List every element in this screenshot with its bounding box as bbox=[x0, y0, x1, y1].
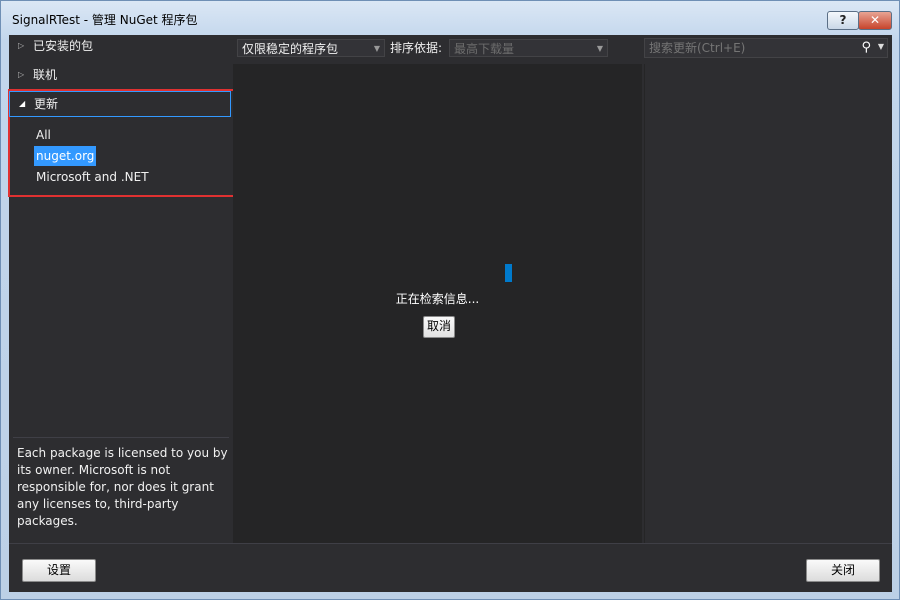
footer: 设置 关闭 bbox=[9, 543, 892, 592]
sidebar-item-label: 更新 bbox=[34, 97, 59, 111]
update-source-all[interactable]: All bbox=[34, 125, 53, 145]
sidebar-item-online[interactable]: ▷ 联机 bbox=[9, 64, 233, 86]
cancel-button[interactable]: 取消 bbox=[423, 316, 455, 338]
chevron-down-icon[interactable]: ▼ bbox=[878, 42, 884, 51]
dropdown-value: 仅限稳定的程序包 bbox=[242, 42, 339, 56]
license-notice: Each package is licensed to you by its o… bbox=[17, 446, 228, 528]
dropdown-value: 最高下载量 bbox=[454, 42, 515, 56]
update-source-nuget-org[interactable]: nuget.org bbox=[34, 146, 97, 166]
title-bar: SignalRTest - 管理 NuGet 程序包 ? ✕ bbox=[1, 1, 899, 35]
package-list: 正在检索信息... 取消 bbox=[233, 64, 642, 543]
loading-spinner-icon bbox=[505, 264, 512, 282]
sidebar: ▷ 已安装的包 ▷ 联机 ◢ 更新 All nuget.org Microsof… bbox=[8, 35, 237, 543]
chevron-down-icon: ▼ bbox=[596, 44, 603, 53]
chevron-down-icon: ▼ bbox=[373, 44, 380, 53]
nuget-dialog: SignalRTest - 管理 NuGet 程序包 ? ✕ ▷ 已安装的包 ▷… bbox=[0, 0, 900, 600]
close-button[interactable]: 关闭 bbox=[806, 559, 880, 582]
filter-toolbar: 仅限稳定的程序包 ▼ 排序依据: 最高下载量 ▼ bbox=[233, 35, 642, 64]
package-details bbox=[644, 64, 889, 543]
stability-filter-dropdown[interactable]: 仅限稳定的程序包 ▼ bbox=[237, 39, 385, 57]
search-input[interactable] bbox=[647, 40, 856, 56]
dialog-body: ▷ 已安装的包 ▷ 联机 ◢ 更新 All nuget.org Microsof… bbox=[8, 35, 892, 592]
expand-arrow-icon: ▷ bbox=[18, 70, 25, 79]
divider bbox=[13, 437, 229, 438]
search-icon[interactable]: ⚲ bbox=[861, 40, 871, 55]
sidebar-item-label: 已安装的包 bbox=[33, 39, 94, 53]
details-pane: ⚲ ▼ bbox=[642, 35, 892, 543]
update-source-microsoft[interactable]: Microsoft and .NET bbox=[34, 167, 151, 187]
sort-dropdown[interactable]: 最高下载量 ▼ bbox=[449, 39, 608, 57]
collapse-arrow-icon: ◢ bbox=[19, 99, 26, 108]
help-button[interactable]: ? bbox=[827, 11, 859, 30]
window-title: SignalRTest - 管理 NuGet 程序包 bbox=[12, 13, 198, 27]
settings-button[interactable]: 设置 bbox=[22, 559, 96, 582]
expand-arrow-icon: ▷ bbox=[18, 41, 25, 50]
sidebar-item-label: 联机 bbox=[33, 68, 58, 82]
loading-text: 正在检索信息... bbox=[395, 292, 480, 306]
results-pane: 仅限稳定的程序包 ▼ 排序依据: 最高下载量 ▼ 正在检索信息... 取消 bbox=[233, 35, 642, 543]
close-window-button[interactable]: ✕ bbox=[858, 11, 892, 30]
search-box: ⚲ ▼ bbox=[644, 38, 888, 58]
sidebar-item-installed[interactable]: ▷ 已安装的包 bbox=[9, 35, 233, 57]
sidebar-item-updates[interactable]: ◢ 更新 bbox=[9, 91, 231, 117]
sort-label: 排序依据: bbox=[390, 41, 443, 55]
